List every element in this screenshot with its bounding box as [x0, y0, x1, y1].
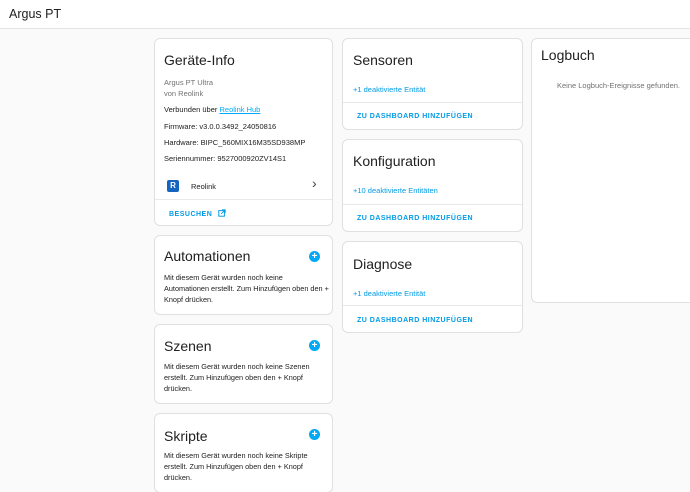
logbook-card: Logbuch Keine Logbuch-Ereignisse gefunde… — [531, 38, 690, 303]
page-title: Argus PT — [9, 7, 62, 21]
hardware-info: Hardware: BIPC_560MIX16M35SD938MP — [164, 138, 306, 147]
device-model: Argus PT Ultra — [164, 78, 214, 87]
disabled-entities-link[interactable]: +10 deaktivierte Entitäten — [353, 186, 438, 195]
add-scene-button[interactable]: + — [309, 340, 320, 351]
divider — [343, 102, 522, 103]
device-info-card: Geräte-Info Argus PT Ultra von Reolink V… — [154, 38, 333, 226]
add-to-dashboard-button[interactable]: ZU DASHBOARD HINZUFÜGEN — [357, 113, 473, 120]
scripts-empty-text: Mit diesem Gerät wurden noch keine Skrip… — [164, 451, 308, 482]
add-script-button[interactable]: + — [309, 429, 320, 440]
card-title: Logbuch — [541, 47, 595, 63]
disabled-entities-link[interactable]: +1 deaktivierte Entität — [353, 289, 425, 298]
card-title: Automationen — [164, 248, 251, 264]
connected-prefix: Verbunden über — [164, 105, 218, 114]
scripts-card: Skripte + Mit diesem Gerät wurden noch k… — [154, 413, 333, 492]
add-to-dashboard-button[interactable]: ZU DASHBOARD HINZUFÜGEN — [357, 317, 473, 324]
reolink-logo-icon: R — [167, 180, 179, 192]
automations-card: Automationen + Mit diesem Gerät wurden n… — [154, 235, 333, 315]
card-title: Geräte-Info — [164, 52, 235, 68]
serial-info: Seriennummer: 9527000920ZV14S1 — [164, 154, 287, 163]
visit-label: BESUCHEN — [169, 211, 213, 218]
card-title: Sensoren — [353, 52, 413, 68]
scenes-card: Szenen + Mit diesem Gerät wurden noch ke… — [154, 324, 333, 404]
logbook-empty-text: Keine Logbuch-Ereignisse gefunden. — [557, 81, 681, 90]
disabled-entities-link[interactable]: +1 deaktivierte Entität — [353, 85, 425, 94]
add-automation-button[interactable]: + — [309, 251, 320, 262]
device-manufacturer: von Reolink — [164, 89, 204, 98]
diagnostics-card: Diagnose +1 deaktivierte Entität ZU DASH… — [342, 241, 523, 333]
connected-via: Verbunden über Reolink Hub — [164, 105, 260, 114]
sensors-card: Sensoren +1 deaktivierte Entität ZU DASH… — [342, 38, 523, 130]
card-title: Konfiguration — [353, 153, 436, 169]
card-title: Skripte — [164, 428, 208, 444]
visit-button[interactable]: BESUCHEN — [169, 209, 226, 218]
integration-label: Reolink — [191, 182, 217, 191]
open-in-new-icon — [218, 209, 226, 217]
add-to-dashboard-button[interactable]: ZU DASHBOARD HINZUFÜGEN — [357, 215, 473, 222]
scenes-empty-text: Mit diesem Gerät wurden noch keine Szene… — [164, 362, 310, 393]
divider — [155, 199, 332, 200]
divider — [343, 305, 522, 306]
card-title: Diagnose — [353, 256, 413, 272]
hub-link[interactable]: Reolink Hub — [219, 105, 260, 114]
firmware-info: Firmware: v3.0.0.3492_24050816 — [164, 122, 277, 131]
chevron-right-icon: › — [312, 175, 317, 191]
divider — [343, 204, 522, 205]
configuration-card: Konfiguration +10 deaktivierte Entitäten… — [342, 139, 523, 232]
integration-row[interactable]: R Reolink › — [155, 172, 332, 199]
top-app-bar: Argus PT — [0, 0, 690, 29]
card-title: Szenen — [164, 338, 212, 354]
automations-empty-text: Mit diesem Gerät wurden noch keine Autom… — [164, 273, 329, 304]
